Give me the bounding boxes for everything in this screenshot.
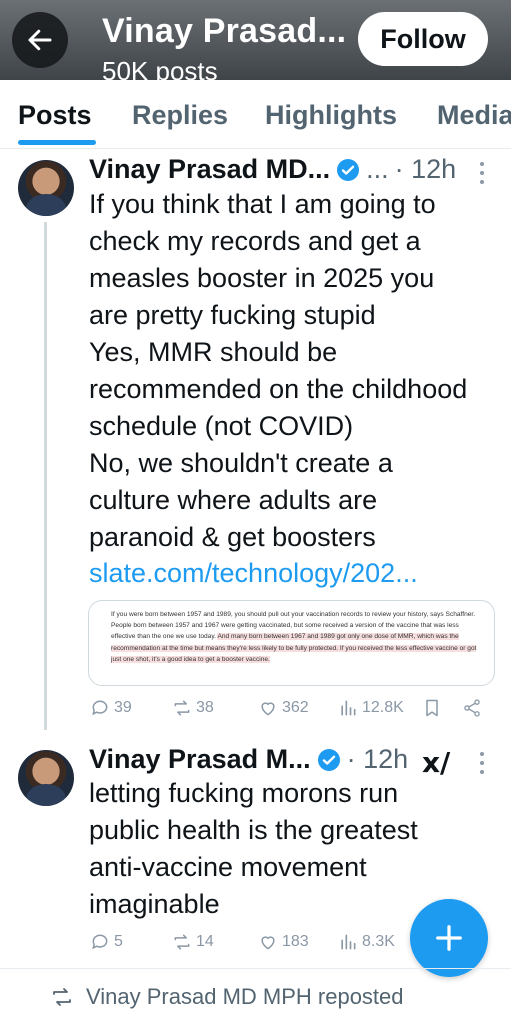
tweet-text-line: Yes, MMR should be [89,337,338,367]
reply-icon [92,700,108,716]
tweet-time: · 12h [346,744,409,774]
verified-badge-icon [337,158,360,181]
tweet-text-line: schedule (not COVID) [89,411,354,441]
tweet-actions: 39 38 362 12.8K [88,698,493,728]
like-button[interactable]: 362 [258,698,309,718]
tweet-header: Vinay Prasad MD... ... · 12h [89,154,456,185]
repost-icon [174,700,190,716]
tab-media[interactable]: Media [437,100,511,131]
repost-count: 38 [196,699,214,716]
tweet-header: Vinay Prasad M... · 12h [89,744,408,775]
header-posts-count: 50K posts [102,56,218,80]
views-button[interactable]: 12.8K [338,698,404,718]
divider [0,968,511,969]
repost-count: 14 [196,933,214,950]
view-count: 12.8K [362,699,404,716]
tab-highlights[interactable]: Highlights [265,100,397,131]
tweet-text-line: check my records and get a [89,226,421,256]
profile-header: Vinay Prasad... 50K posts Follow [0,0,511,80]
tweet-text-line: If you think that I am going to [89,189,436,219]
tweet-text-line: public health is the greatest [89,815,418,845]
tweet-time: · 12h [394,154,457,184]
share-icon [464,699,480,717]
repost-notice: Vinay Prasad MD MPH reposted [50,984,404,1010]
view-count: 8.3K [362,933,395,950]
tab-replies[interactable]: Replies [132,100,228,131]
like-button[interactable]: 183 [258,932,309,952]
like-count: 183 [282,933,309,950]
compose-post-button[interactable] [410,899,488,977]
share-button[interactable] [462,698,486,718]
back-button[interactable] [12,12,68,68]
tweet-text-line: anti-vaccine movement [89,852,367,882]
views-icon [341,934,356,950]
thread-line [44,222,47,730]
reply-count: 39 [114,699,132,716]
verified-badge-icon [317,748,340,771]
reply-button[interactable]: 5 [90,932,123,952]
tweet-text-line: measles booster in 2025 you [89,263,435,293]
profile-tabs: Posts Replies Highlights Media [0,80,511,149]
tweet-text-line: paranoid & get boosters [89,522,376,552]
heart-icon [261,936,275,950]
repost-icon [53,988,71,1006]
repost-notice-text: Vinay Prasad MD MPH reposted [86,984,404,1009]
repost-button[interactable]: 14 [172,932,214,952]
avatar[interactable] [18,750,74,806]
tweet-text-line: culture where adults are [89,485,378,515]
tweet-text-line: letting fucking morons run [89,778,399,808]
tweet-author-name[interactable]: Vinay Prasad M... [89,744,311,775]
media-card-image[interactable]: If you were born between 1957 and 1989, … [88,600,495,686]
bookmark-icon [426,699,438,717]
media-card-text: If you were born between 1957 and 1989, … [111,609,481,665]
tweet-link[interactable]: slate.com/technology/202... [89,558,418,589]
arrow-left-icon [28,29,52,51]
header-name: Vinay Prasad... [102,12,347,50]
plus-icon [436,925,462,951]
tweet-author-name[interactable]: Vinay Prasad MD... [89,154,330,185]
more-options-icon[interactable] [480,752,486,774]
reply-count: 5 [114,933,123,950]
reply-button[interactable]: 39 [90,698,132,718]
tweet-text-line: recommended on the childhood [89,374,468,404]
avatar[interactable] [18,160,74,216]
tweet-handle-ellipsis: ... [366,154,389,184]
reply-icon [92,934,108,950]
active-tab-indicator [18,140,96,145]
tweet-text-line: No, we shouldn't create a [89,448,393,478]
tweet-text-line: are pretty fucking stupid [89,300,376,330]
bookmark-button[interactable] [422,698,446,718]
like-count: 362 [282,699,309,716]
tweet-text-line: imaginable [89,889,220,919]
more-options-icon[interactable] [480,162,486,184]
views-button[interactable]: 8.3K [338,932,395,952]
repost-button[interactable]: 38 [172,698,214,718]
follow-button[interactable]: Follow [358,12,488,66]
repost-icon [174,934,190,950]
views-icon [341,700,356,716]
grok-icon[interactable]: x/ [422,746,450,779]
tab-posts[interactable]: Posts [18,100,92,131]
heart-icon [261,702,275,716]
